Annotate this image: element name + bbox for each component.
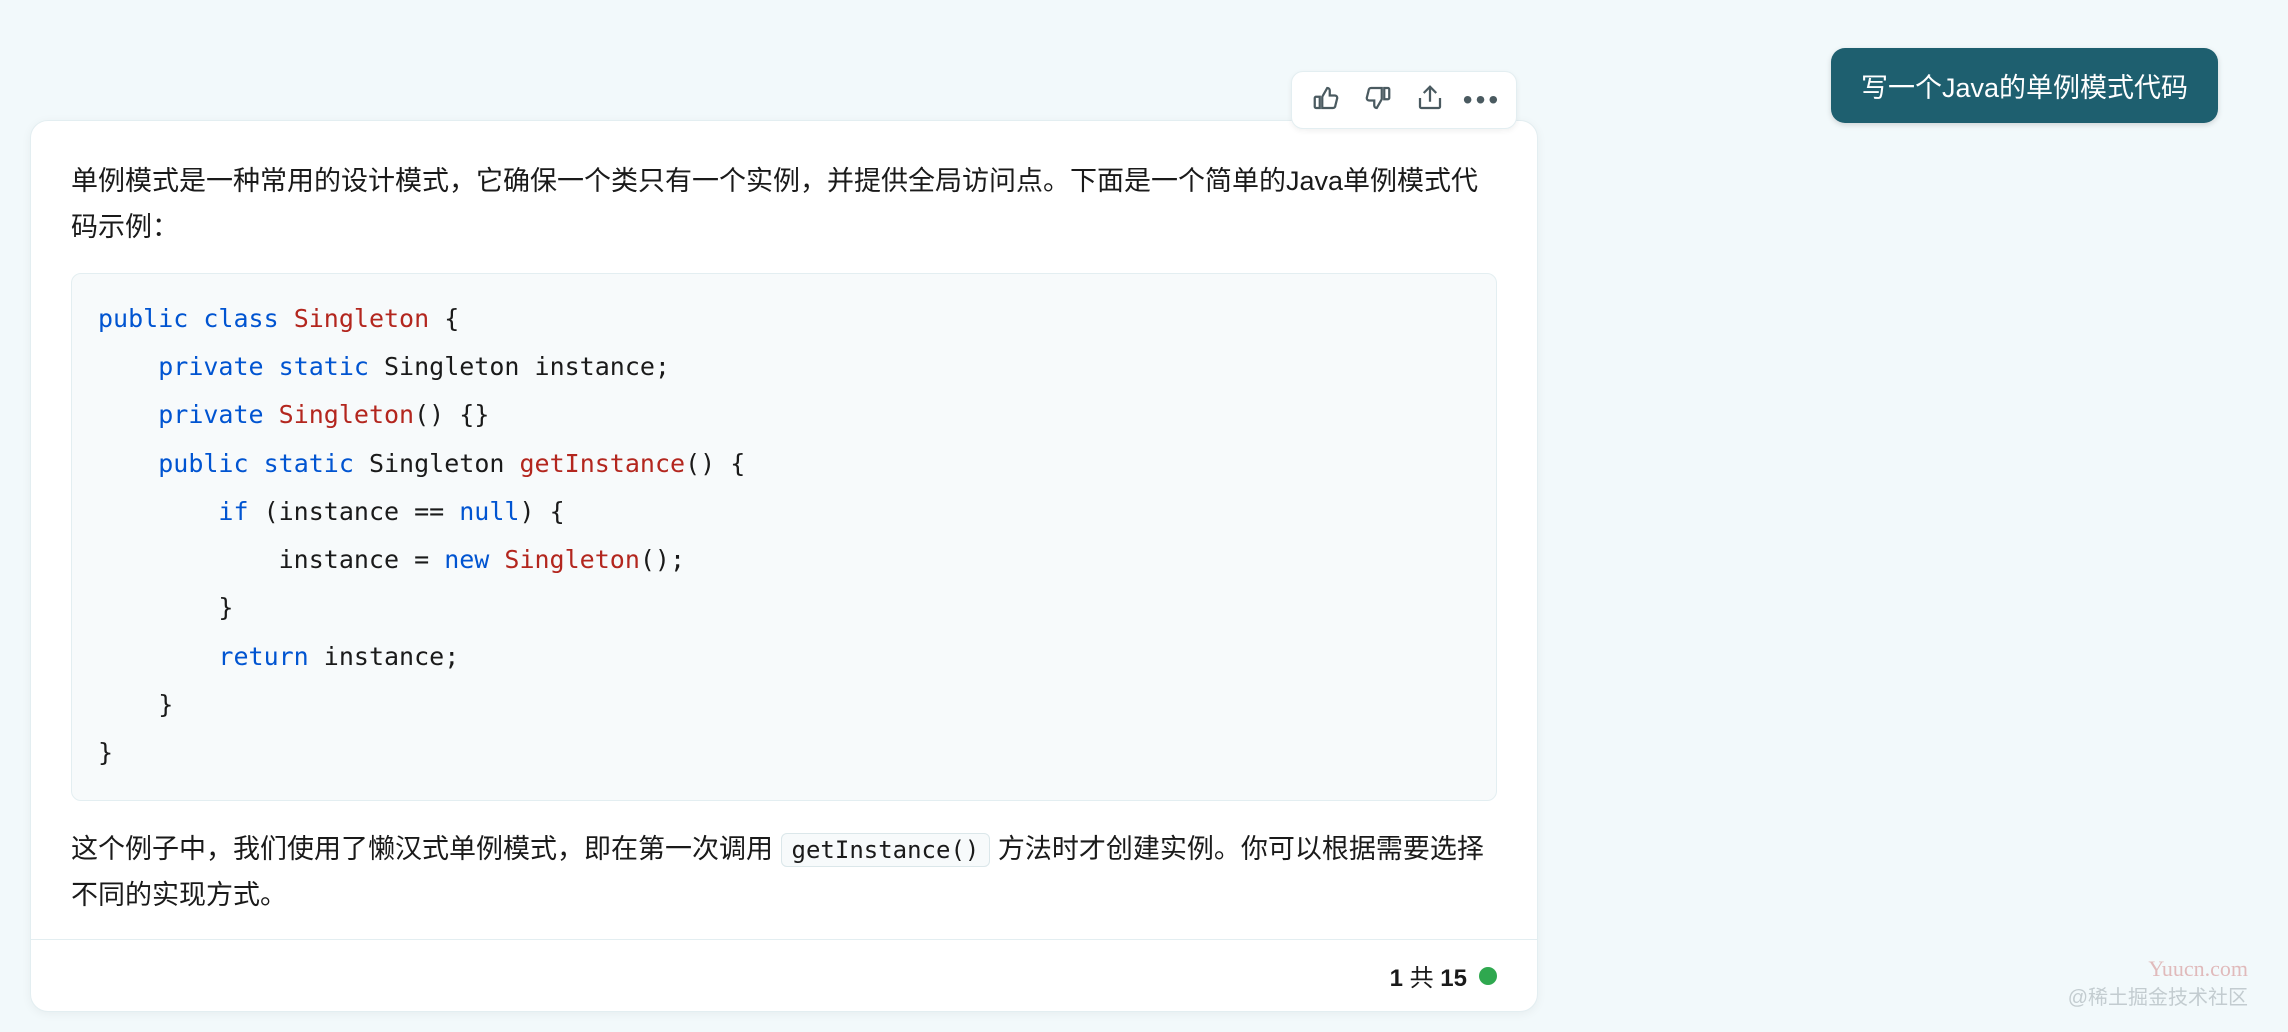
pagination-label: 1 共 15 xyxy=(1390,958,1467,993)
pagination-current: 1 xyxy=(1390,965,1403,992)
share-button[interactable] xyxy=(1404,78,1456,122)
response-footer: 1 共 15 xyxy=(31,939,1537,1011)
thumbs-down-button[interactable] xyxy=(1352,78,1404,122)
thumbs-up-button[interactable] xyxy=(1300,78,1352,122)
response-action-bar: ••• xyxy=(1291,71,1517,129)
user-message-text: 写一个Java的单例模式代码 xyxy=(1861,73,2188,103)
explain-text-before: 这个例子中，我们使用了懒汉式单例模式，即在第一次调用 xyxy=(71,834,781,864)
share-icon xyxy=(1415,83,1445,118)
explain-paragraph: 这个例子中，我们使用了懒汉式单例模式，即在第一次调用 getInstance()… xyxy=(71,827,1497,919)
code-block: public class Singleton { private static … xyxy=(71,273,1497,802)
response-body: 单例模式是一种常用的设计模式，它确保一个类只有一个实例，并提供全局访问点。下面是… xyxy=(31,121,1537,939)
intro-paragraph: 单例模式是一种常用的设计模式，它确保一个类只有一个实例，并提供全局访问点。下面是… xyxy=(71,159,1497,251)
thumbs-down-icon xyxy=(1363,83,1393,118)
status-indicator-icon xyxy=(1479,967,1497,985)
watermark-community: @稀土掘金技术社区 xyxy=(2068,981,2248,1010)
thumbs-up-icon xyxy=(1311,83,1341,118)
pagination-sep: 共 xyxy=(1403,965,1440,992)
assistant-response-card: ••• 单例模式是一种常用的设计模式，它确保一个类只有一个实例，并提供全局访问点… xyxy=(30,120,1538,1012)
more-icon: ••• xyxy=(1463,86,1501,114)
watermark-site: Yuucn.com xyxy=(2148,956,2248,982)
pagination-total: 15 xyxy=(1440,965,1467,992)
more-button[interactable]: ••• xyxy=(1456,78,1508,122)
code-content: public class Singleton { private static … xyxy=(98,304,745,767)
inline-code-getinstance: getInstance() xyxy=(781,833,991,867)
user-message-bubble: 写一个Java的单例模式代码 xyxy=(1831,48,2218,123)
